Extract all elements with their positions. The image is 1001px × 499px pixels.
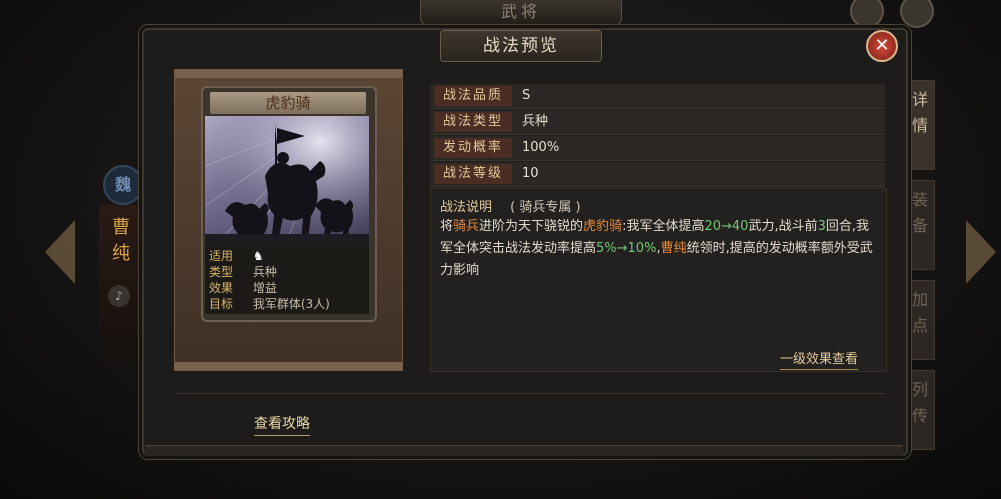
info-row-type: 战法类型 兵种: [430, 110, 885, 135]
desc-part: :我军全体提高: [622, 219, 705, 234]
desc-highlight: 骑兵: [453, 219, 480, 234]
close-icon: ✕: [874, 35, 890, 56]
info-value: 兵种: [522, 114, 549, 129]
description-subtitle: ( 骑兵专属 ): [510, 200, 581, 215]
card-row-type: 类型 兵种: [209, 264, 277, 280]
card-row-value: 我军群体(3人): [252, 297, 330, 311]
card-row-applicable: 适用 ♞: [209, 248, 264, 264]
tactic-card-name: 虎豹骑: [210, 92, 366, 114]
divider: [175, 393, 885, 394]
speaker-icon[interactable]: ♪: [108, 285, 130, 307]
description-label: 战法说明: [440, 200, 493, 215]
tactic-card-art: [205, 116, 369, 246]
card-row-key: 适用: [209, 249, 234, 263]
dialog-title: 战法预览: [440, 30, 602, 62]
desc-highlight: 虎豹骑: [583, 219, 623, 234]
info-key: 战法等级: [434, 164, 512, 184]
background-close-icon: [900, 0, 934, 28]
info-key: 战法品质: [434, 86, 512, 106]
background-help-icon: [850, 0, 884, 28]
cavalry-icon: ♞: [252, 249, 264, 263]
next-hero-arrow-icon[interactable]: [966, 220, 996, 284]
background-banner-title: 武将: [420, 0, 622, 27]
prev-hero-arrow-icon[interactable]: [45, 220, 75, 284]
card-row-value: 增益: [252, 281, 277, 295]
dialog-bottom-border: [145, 445, 903, 456]
level-one-effect-link[interactable]: 一级效果查看: [780, 348, 859, 370]
card-row-key: 效果: [209, 281, 234, 295]
card-row-key: 目标: [209, 297, 234, 311]
card-row-effect: 效果 增益: [209, 280, 277, 296]
side-tab-biography[interactable]: 列传: [905, 370, 935, 450]
side-tab-details[interactable]: 详情: [905, 80, 935, 170]
card-row-key: 类型: [209, 265, 234, 279]
desc-highlight: 20→40: [704, 219, 749, 234]
info-key: 发动概率: [434, 138, 512, 158]
side-tab-points[interactable]: 加点: [905, 280, 935, 360]
info-key: 战法类型: [434, 112, 512, 132]
card-row-value: 兵种: [252, 265, 277, 279]
close-button[interactable]: ✕: [866, 30, 898, 62]
desc-highlight: 3: [817, 219, 826, 234]
faction-badge: 魏: [103, 165, 143, 205]
hero-name: 曹纯: [112, 217, 130, 264]
info-row-probability: 发动概率 100%: [430, 136, 885, 161]
info-value: S: [522, 88, 531, 103]
desc-highlight: 曹纯: [660, 241, 687, 256]
description-text: 将骑兵进阶为天下骁锐的虎豹骑:我军全体提高20→40武力,战斗前3回合,我军全体…: [440, 216, 878, 282]
tactic-card-info: 适用 ♞ 类型 兵种 效果 增益 目标 我军群体(3人): [205, 246, 369, 314]
desc-part: 武力,战斗前: [748, 219, 818, 234]
info-value: 100%: [522, 140, 560, 155]
side-tab-equipment[interactable]: 装备: [905, 180, 935, 270]
info-row-quality: 战法品质 S: [430, 84, 885, 109]
view-guide-link[interactable]: 查看攻略: [254, 413, 310, 436]
info-value: 10: [522, 166, 539, 181]
desc-highlight: 5%→10%: [596, 241, 657, 256]
card-row-target: 目标 我军群体(3人): [209, 296, 330, 312]
description-header: 战法说明 ( 骑兵专属 ): [440, 196, 581, 215]
desc-part: 将: [440, 219, 454, 234]
info-row-level: 战法等级 10: [430, 162, 885, 187]
desc-part: 进阶为天下骁锐的: [479, 219, 584, 234]
